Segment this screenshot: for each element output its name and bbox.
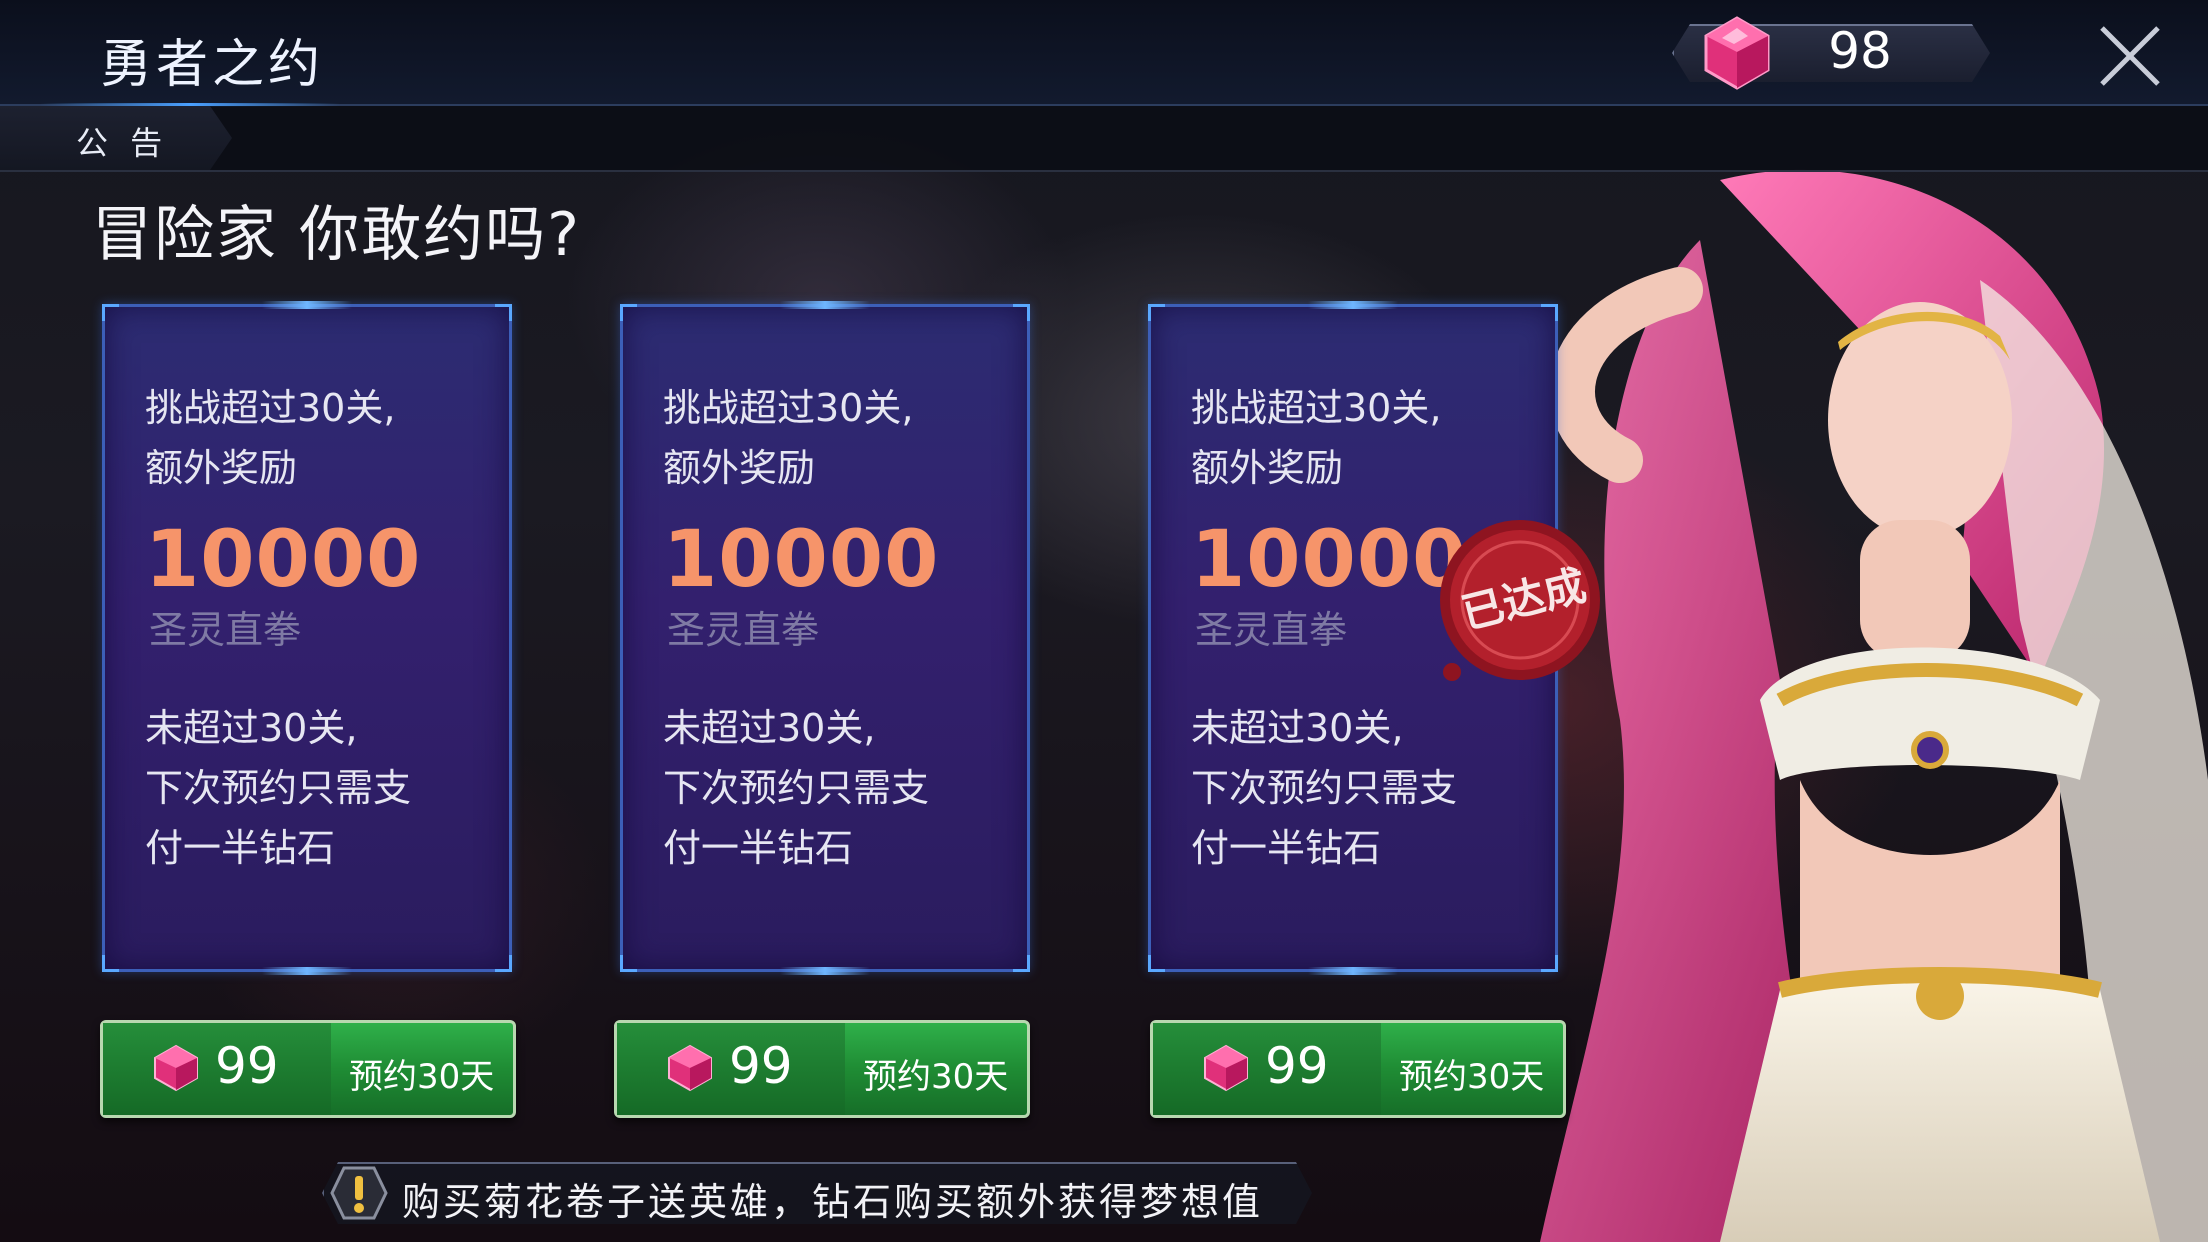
card-corner: [1148, 955, 1165, 972]
page-title: 勇者之约: [100, 35, 325, 95]
warning-icon: [330, 1166, 388, 1220]
card-penalty-line: 未超过30关,: [663, 706, 876, 750]
card-penalty-line: 下次预约只需支: [145, 766, 412, 810]
gem-icon: [1704, 16, 1770, 90]
card-corner: [620, 955, 637, 972]
reserve-label: 预约30天: [349, 1057, 495, 1097]
reward-amount: 10000: [1191, 515, 1468, 605]
card-penalty-line: 付一半钻石: [663, 826, 854, 870]
gem-icon: [668, 1044, 712, 1092]
card-corner: [1013, 304, 1030, 321]
card-condition-line: 额外奖励: [663, 446, 816, 490]
offer-card: 挑战超过30关, 额外奖励 10000 圣灵直拳 未超过30关, 下次预约只需支…: [102, 301, 512, 975]
card-corner: [1013, 955, 1030, 972]
reserve-button[interactable]: 99 预约30天: [100, 1020, 516, 1118]
card-corner: [1541, 304, 1558, 321]
price-label: 99: [729, 1037, 793, 1095]
reward-amount: 10000: [145, 515, 422, 605]
card-condition-line: 挑战超过30关,: [663, 386, 914, 430]
gem-icon: [154, 1044, 198, 1092]
gem-count: 98: [1828, 22, 1892, 80]
card-condition-line: 挑战超过30关,: [145, 386, 396, 430]
headline: 冒险家 你敢约吗?: [92, 200, 581, 270]
reward-unit: 圣灵直拳: [667, 608, 820, 652]
card-corner: [620, 304, 637, 321]
reserve-label: 预约30天: [863, 1057, 1009, 1097]
tab-notice-label: 公 告: [76, 124, 169, 162]
card-condition-line: 额外奖励: [1191, 446, 1344, 490]
reward-unit: 圣灵直拳: [149, 608, 302, 652]
reserve-button[interactable]: 99 预约30天: [1150, 1020, 1566, 1118]
card-corner: [102, 304, 119, 321]
card-corner: [102, 955, 119, 972]
reward-unit: 圣灵直拳: [1195, 608, 1348, 652]
card-penalty-line: 付一半钻石: [1191, 826, 1382, 870]
gem-icon: [1204, 1044, 1248, 1092]
close-icon[interactable]: [2096, 22, 2164, 90]
card-condition-line: 额外奖励: [145, 446, 298, 490]
card-penalty-line: 未超过30关,: [145, 706, 358, 750]
reward-amount: 10000: [663, 515, 940, 605]
notice-text: 购买菊花卷子送英雄，钻石购买额外获得梦想值: [402, 1180, 1264, 1224]
card-condition-line: 挑战超过30关,: [1191, 386, 1442, 430]
card-penalty-line: 下次预约只需支: [663, 766, 930, 810]
reserve-label: 预约30天: [1399, 1057, 1545, 1097]
reserve-button[interactable]: 99 预约30天: [614, 1020, 1030, 1118]
card-penalty-line: 下次预约只需支: [1191, 766, 1458, 810]
card-corner: [495, 304, 512, 321]
card-corner: [1148, 304, 1165, 321]
price-label: 99: [215, 1037, 279, 1095]
card-penalty-line: 未超过30关,: [1191, 706, 1404, 750]
card-corner: [1541, 955, 1558, 972]
price-label: 99: [1265, 1037, 1329, 1095]
card-corner: [495, 955, 512, 972]
offer-card: 挑战超过30关, 额外奖励 10000 圣灵直拳 未超过30关, 下次预约只需支…: [620, 301, 1030, 975]
card-penalty-line: 付一半钻石: [145, 826, 336, 870]
tab-strip: [0, 106, 2208, 172]
